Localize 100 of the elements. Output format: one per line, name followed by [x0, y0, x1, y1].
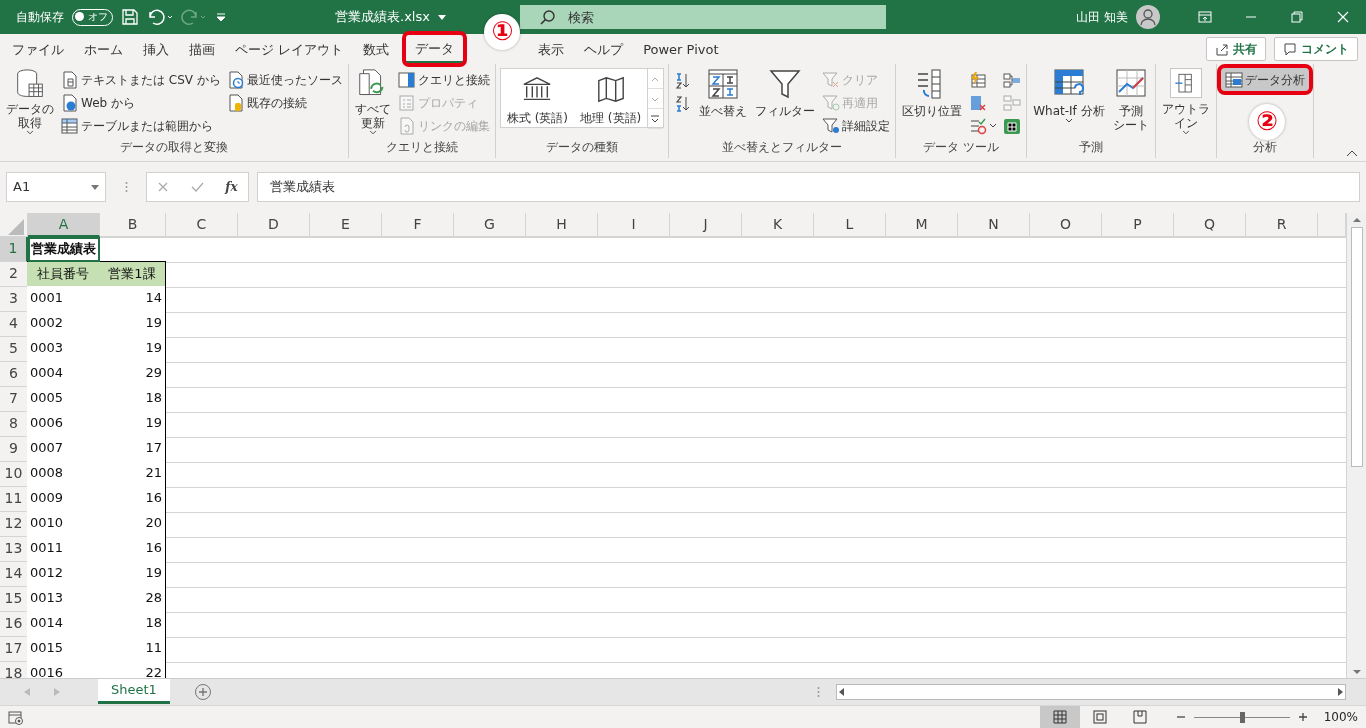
column-header[interactable]: C: [166, 213, 238, 237]
formula-field[interactable]: 営業成績表: [257, 172, 1360, 202]
cell[interactable]: 0002: [27, 311, 100, 337]
gallery-item[interactable]: 株式 (英語): [500, 69, 575, 127]
ribbon-button[interactable]: 並べ替え: [697, 68, 750, 136]
close-icon[interactable]: [1335, 9, 1351, 25]
cell[interactable]: 20: [99, 511, 166, 537]
ribbon-tab[interactable]: 数式: [353, 34, 400, 64]
ribbon-button[interactable]: Web から: [60, 91, 222, 114]
undo-icon[interactable]: [147, 8, 173, 26]
page-layout-view-icon[interactable]: [1092, 710, 1107, 724]
cell[interactable]: 22: [99, 661, 166, 678]
customize-menu-icon[interactable]: [215, 11, 227, 23]
cell[interactable]: 11: [99, 636, 166, 662]
zoom-in-icon[interactable]: [1297, 712, 1308, 722]
ribbon-display-icon[interactable]: [1197, 9, 1213, 25]
redo-icon[interactable]: [181, 8, 207, 26]
row-header[interactable]: 12: [0, 512, 28, 537]
cell[interactable]: 営業成績表: [28, 237, 100, 262]
row-header[interactable]: 16: [0, 612, 28, 637]
column-header[interactable]: B: [100, 213, 166, 237]
ribbon-button[interactable]: 詳細設定: [821, 114, 892, 137]
cell[interactable]: 0003: [27, 336, 100, 362]
cell[interactable]: 17: [99, 436, 166, 462]
column-header[interactable]: K: [742, 213, 814, 237]
row-header[interactable]: 17: [0, 637, 28, 662]
cell[interactable]: 18: [99, 611, 166, 637]
save-icon[interactable]: [121, 8, 139, 26]
ribbon-tab[interactable]: データ: [405, 34, 465, 64]
row-header[interactable]: 1: [0, 237, 28, 262]
cell[interactable]: 0007: [27, 436, 100, 462]
row-header[interactable]: 18: [0, 662, 28, 678]
normal-view-icon[interactable]: [1052, 710, 1067, 724]
cell[interactable]: 0001: [27, 286, 100, 312]
ribbon-button[interactable]: テキストまたは CSV から: [60, 68, 222, 91]
collapse-ribbon-icon[interactable]: [1346, 149, 1358, 157]
ribbon-button[interactable]: 区切り位置: [900, 68, 965, 136]
cell[interactable]: 0009: [27, 486, 100, 512]
ribbon-button[interactable]: 既存の接続: [225, 91, 344, 114]
cell[interactable]: 0004: [27, 361, 100, 387]
column-header[interactable]: I: [598, 213, 670, 237]
column-header[interactable]: G: [454, 213, 526, 237]
scrollbar-thumb[interactable]: [1350, 227, 1363, 467]
cell[interactable]: 0010: [27, 511, 100, 537]
cell[interactable]: 0012: [27, 561, 100, 587]
ribbon-tab[interactable]: Power Pivot: [633, 34, 729, 64]
ribbon-tab[interactable]: 描画: [179, 34, 225, 64]
cell[interactable]: 19: [99, 336, 166, 362]
ribbon-tab[interactable]: ホーム: [74, 34, 133, 64]
ribbon-tab[interactable]: ファイル: [2, 34, 74, 64]
cell[interactable]: 29: [99, 361, 166, 387]
cell[interactable]: 14: [99, 286, 166, 312]
comment-button[interactable]: コメント: [1274, 37, 1358, 61]
row-header[interactable]: 8: [0, 412, 28, 437]
cell[interactable]: 営業1課: [99, 261, 166, 287]
column-header[interactable]: H: [526, 213, 598, 237]
cell[interactable]: 0011: [27, 536, 100, 562]
ribbon-button[interactable]: すべて 更新: [352, 68, 393, 136]
row-header[interactable]: 6: [0, 362, 28, 387]
name-box[interactable]: A1: [6, 172, 106, 202]
cell[interactable]: 0014: [27, 611, 100, 637]
cell[interactable]: 28: [99, 586, 166, 612]
scroll-left-icon[interactable]: [837, 687, 847, 697]
zoom-level[interactable]: 100%: [1323, 708, 1358, 726]
row-header[interactable]: 3: [0, 287, 28, 312]
row-header[interactable]: 9: [0, 437, 28, 462]
ribbon-button[interactable]: 予測 シート: [1110, 68, 1151, 136]
avatar-icon[interactable]: [1136, 5, 1160, 29]
ribbon-button[interactable]: クエリと接続: [396, 68, 491, 91]
column-header[interactable]: L: [814, 213, 886, 237]
column-header[interactable]: F: [382, 213, 454, 237]
cell[interactable]: 0005: [27, 386, 100, 412]
ribbon-button[interactable]: What-If 分析: [1031, 68, 1107, 136]
file-name-menu[interactable]: 営業成績表.xlsx: [335, 7, 446, 27]
column-header[interactable]: R: [1246, 213, 1318, 237]
cell[interactable]: 21: [99, 461, 166, 487]
column-header[interactable]: D: [238, 213, 310, 237]
search-field[interactable]: 検索: [519, 5, 886, 29]
row-header[interactable]: 5: [0, 337, 28, 362]
page-break-view-icon[interactable]: [1132, 710, 1147, 724]
column-header[interactable]: N: [958, 213, 1030, 237]
cell[interactable]: 19: [99, 411, 166, 437]
enter-icon[interactable]: [190, 181, 205, 193]
scroll-right-icon[interactable]: [1335, 687, 1345, 697]
ribbon-button[interactable]: フィルター: [753, 68, 818, 136]
cell[interactable]: 社員番号: [27, 261, 100, 287]
ribbon-button[interactable]: テーブルまたは範囲から: [60, 114, 222, 137]
ribbon-button[interactable]: データの 取得: [4, 68, 56, 136]
row-header[interactable]: 11: [0, 487, 28, 512]
row-header[interactable]: 7: [0, 387, 28, 412]
restore-icon[interactable]: [1289, 9, 1305, 25]
column-header[interactable]: E: [310, 213, 382, 237]
column-header[interactable]: A: [28, 213, 100, 237]
row-header[interactable]: 10: [0, 462, 28, 487]
row-header[interactable]: 14: [0, 562, 28, 587]
column-header[interactable]: Q: [1174, 213, 1246, 237]
sheet-tab[interactable]: Sheet1: [98, 679, 170, 704]
cell[interactable]: 0016: [27, 661, 100, 678]
ribbon-button[interactable]: アウトラ イン: [1159, 68, 1212, 136]
cancel-icon[interactable]: [157, 181, 170, 193]
